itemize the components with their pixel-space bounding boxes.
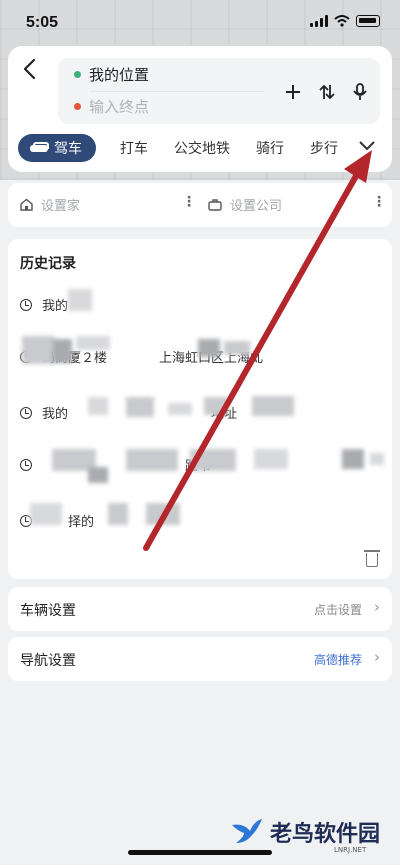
redaction-blur xyxy=(88,397,108,415)
set-company-label: 设置公司 xyxy=(230,199,283,214)
bird-logo-icon xyxy=(232,819,262,843)
trash-icon[interactable] xyxy=(364,550,380,567)
microphone-icon xyxy=(353,83,367,100)
navigation-settings-value: 高德推荐 xyxy=(313,653,362,667)
status-icons xyxy=(310,15,380,27)
vehicle-settings-row[interactable]: 车辆设置 点击设置 › xyxy=(8,587,392,631)
tab-walking[interactable]: 步行 xyxy=(310,138,338,158)
redaction-blur xyxy=(68,289,92,311)
redaction-blur xyxy=(224,341,250,355)
history-item[interactable]: 我的 xyxy=(20,295,68,314)
redaction-blur xyxy=(204,397,228,415)
history-title: 历史记录 xyxy=(20,256,76,272)
route-input-box: 我的位置 输入终点 xyxy=(58,58,380,124)
watermark: 老鸟软件园 LNRJ.NET xyxy=(230,816,381,854)
redaction-blur xyxy=(88,467,108,483)
wifi-icon xyxy=(334,15,350,27)
history-card: 历史记录 我的 码商厦２楼 上海虹口区上海虬 我的 地址 路韦 择的 xyxy=(8,239,392,579)
tab-drive-label: 驾车 xyxy=(54,141,82,157)
swap-icon xyxy=(319,84,335,100)
redaction-blur xyxy=(108,503,128,525)
back-button[interactable] xyxy=(22,58,48,84)
swap-route-button[interactable] xyxy=(318,82,336,106)
route-actions xyxy=(284,82,368,106)
origin-label: 我的位置 xyxy=(89,65,150,84)
home-more-button[interactable]: ⋮ xyxy=(182,194,196,210)
navigation-settings-row[interactable]: 导航设置 高德推荐 › xyxy=(8,637,392,681)
tab-taxi[interactable]: 打车 xyxy=(120,138,148,158)
destination-dot-icon xyxy=(74,102,81,110)
expand-modes-button[interactable] xyxy=(358,136,376,157)
vehicle-settings-value: 点击设置 xyxy=(313,603,362,617)
vehicle-settings-label: 车辆设置 xyxy=(20,603,76,619)
destination-placeholder: 输入终点 xyxy=(89,97,150,116)
chevron-left-icon xyxy=(23,58,36,80)
redaction-blur xyxy=(198,339,220,357)
tab-drive[interactable]: 驾车 xyxy=(18,134,96,162)
destination-field[interactable]: 输入终点 xyxy=(74,96,149,116)
clock-icon xyxy=(20,458,32,471)
chevron-right-icon: › xyxy=(374,598,380,616)
travel-mode-tabs: 驾车 打车 公交地铁 骑行 步行 xyxy=(18,134,382,162)
company-more-button[interactable]: ⋮ xyxy=(372,194,386,210)
briefcase-icon xyxy=(208,198,222,211)
watermark-sub: LNRJ.NET xyxy=(334,846,367,854)
watermark-text: 老鸟软件园 xyxy=(270,822,381,847)
voice-input-button[interactable] xyxy=(352,82,368,106)
clock-icon xyxy=(20,406,32,419)
redaction-blur xyxy=(370,453,384,465)
add-waypoint-button[interactable] xyxy=(284,82,302,106)
clock-icon xyxy=(20,298,32,311)
navigation-settings-label: 导航设置 xyxy=(20,653,76,669)
redaction-blur xyxy=(254,449,288,469)
signal-icon xyxy=(310,15,328,27)
battery-icon xyxy=(356,15,380,27)
tab-transit[interactable]: 公交地铁 xyxy=(174,138,230,158)
status-bar: 5:05 xyxy=(0,0,400,44)
history-item-label: 我的 xyxy=(42,299,69,314)
redaction-blur xyxy=(190,449,236,471)
redaction-blur xyxy=(126,449,178,471)
history-item[interactable]: 路韦 xyxy=(20,455,211,474)
chevron-down-icon xyxy=(359,141,375,151)
shortcut-card: 设置家 ⋮ 设置公司 ⋮ xyxy=(8,183,392,227)
set-home-label: 设置家 xyxy=(41,199,81,214)
redaction-blur xyxy=(30,503,62,525)
redaction-blur xyxy=(52,339,72,363)
redaction-blur xyxy=(76,336,110,350)
redaction-blur xyxy=(168,403,192,415)
origin-dot-icon xyxy=(74,70,81,78)
tab-cycling[interactable]: 骑行 xyxy=(256,138,284,158)
chevron-right-icon: › xyxy=(374,648,380,666)
route-divider xyxy=(90,91,264,92)
route-card: 我的位置 输入终点 驾车 打车 公交地铁 骑行 步行 xyxy=(8,46,392,172)
origin-field[interactable]: 我的位置 xyxy=(74,64,149,84)
status-time: 5:05 xyxy=(26,14,59,31)
redaction-blur xyxy=(22,336,54,364)
redaction-blur xyxy=(342,449,364,469)
plus-icon xyxy=(286,85,300,99)
redaction-blur xyxy=(252,396,294,416)
set-company-button[interactable]: 设置公司 xyxy=(208,195,282,214)
car-icon xyxy=(30,142,49,154)
set-home-button[interactable]: 设置家 xyxy=(20,195,80,214)
home-indicator xyxy=(128,850,272,855)
home-icon xyxy=(20,198,33,211)
redaction-blur xyxy=(126,397,154,417)
redaction-blur xyxy=(146,503,180,525)
